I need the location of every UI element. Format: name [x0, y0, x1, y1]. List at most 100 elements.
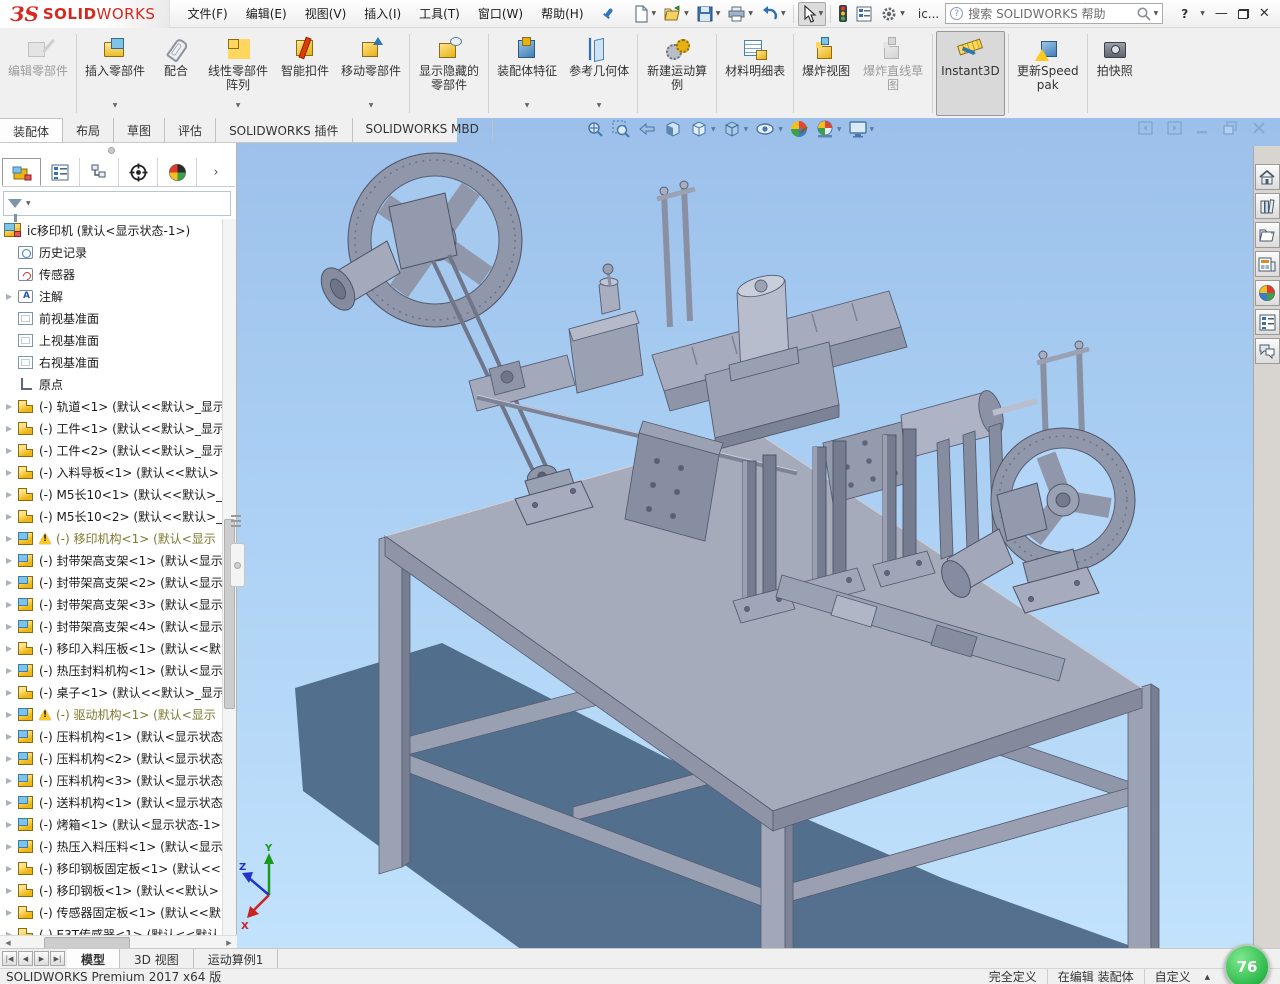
open-document-caret-icon[interactable]: ▼	[684, 10, 689, 17]
tree-item-0[interactable]: 历史记录	[0, 241, 222, 263]
ribbon-button-gears[interactable]: 新建运动算例	[641, 31, 713, 116]
hscroll-left-arrow[interactable]: ◀	[0, 939, 16, 947]
ribbon-button-clip[interactable]: 配合	[152, 31, 200, 116]
ribbon-button-refgeo[interactable]: 参考几何体▼	[564, 31, 634, 116]
appearances-scenes-button[interactable]	[1255, 280, 1280, 306]
tree-item-3[interactable]: 前视基准面	[0, 307, 222, 329]
solidworks-forum-button[interactable]	[1255, 338, 1280, 364]
propertymanager-tab[interactable]	[41, 158, 80, 186]
save-caret-icon[interactable]: ▼	[716, 10, 721, 17]
dropdown-caret-icon[interactable]: ▼	[369, 99, 374, 114]
tree-item-6[interactable]: 原点	[0, 373, 222, 395]
units-caret-icon[interactable]: ▲	[1205, 973, 1210, 981]
dropdown-caret-icon[interactable]: ▼	[597, 99, 602, 114]
ribbon-button-ruler[interactable]: Instant3D	[936, 31, 1005, 116]
collapse-left-pane-button[interactable]	[1138, 121, 1153, 135]
expand-arrow-icon[interactable]: ▶	[6, 688, 18, 697]
tree-item-18[interactable]: ▶(-) 移印入料压板<1> (默认<<默	[0, 637, 222, 659]
menu-view[interactable]: 视图(V)	[296, 0, 356, 27]
ribbon-button-folder[interactable]: 插入零部件▼	[80, 31, 150, 116]
expand-arrow-icon[interactable]: ▶	[6, 666, 18, 675]
ribbon-button-editcomp[interactable]: 编辑零部件	[3, 31, 73, 116]
tree-item-22[interactable]: ▶(-) 压料机构<1> (默认<显示状态	[0, 725, 222, 747]
minimize-button[interactable]: —	[1215, 6, 1228, 21]
ribbon-button-bom[interactable]: 材料明细表	[720, 31, 790, 116]
left-reel-assembly[interactable]	[314, 153, 593, 525]
tree-item-7[interactable]: ▶(-) 轨道<1> (默认<<默认>_显示	[0, 395, 222, 417]
minimize-document-button[interactable]	[1196, 121, 1209, 135]
tree-item-13[interactable]: ▶(-) 移印机构<1> (默认<显示	[0, 527, 222, 549]
ribbon-button-bolt[interactable]: 智能扣件	[276, 31, 334, 116]
print-button[interactable]: ▼	[724, 2, 756, 26]
expand-arrow-icon[interactable]: ▶	[6, 424, 18, 433]
tree-item-14[interactable]: ▶(-) 封带架高支架<1> (默认<显示	[0, 549, 222, 571]
view-settings-button[interactable]: ▼	[848, 119, 875, 139]
view-palette-button[interactable]	[1255, 251, 1280, 277]
ribbon-button-grid[interactable]: 线性零部件阵列▼	[202, 31, 274, 116]
tree-item-24[interactable]: ▶(-) 压料机构<3> (默认<显示状态	[0, 769, 222, 791]
tree-filter-bar[interactable]: ▼	[3, 191, 231, 216]
help-caret-icon[interactable]: ▼	[1200, 10, 1205, 17]
file-explorer-button[interactable]	[1255, 222, 1280, 248]
tree-item-31[interactable]: ▶(-) E3T传感器<1> (默认<<默认	[0, 923, 222, 935]
ribbon-button-explode[interactable]: 爆炸直线草图	[857, 31, 929, 116]
expand-arrow-icon[interactable]: ▶	[6, 534, 18, 543]
notification-badge[interactable]: 76	[1224, 944, 1270, 984]
expand-arrow-icon[interactable]: ▶	[6, 292, 18, 301]
close-button[interactable]: ✕	[1259, 6, 1270, 21]
restore-button[interactable]	[1238, 9, 1249, 19]
menu-edit[interactable]: 编辑(E)	[237, 0, 296, 27]
menu-file[interactable]: 文件(F)	[178, 0, 236, 27]
section-view-button[interactable]	[663, 119, 683, 139]
dimxpertmanager-tab[interactable]	[119, 158, 158, 186]
expand-arrow-icon[interactable]: ▶	[6, 776, 18, 785]
tree-item-29[interactable]: ▶(-) 移印钢板<1> (默认<<默认>	[0, 879, 222, 901]
graphics-area[interactable]: ▼▼▼▼▼	[237, 118, 1280, 950]
ribbon-button-eyecube[interactable]: 显示隐藏的零部件	[413, 31, 485, 116]
search-caret-icon[interactable]: ▼	[1154, 10, 1159, 17]
tree-item-20[interactable]: ▶(-) 桌子<1> (默认<<默认>_显示	[0, 681, 222, 703]
design-library-button[interactable]	[1255, 193, 1280, 219]
bottom-tab-3d-views[interactable]: 3D 视图	[120, 949, 194, 968]
expand-arrow-icon[interactable]: ▶	[6, 512, 18, 521]
document-name[interactable]: ic...	[918, 7, 939, 21]
tab-next-button[interactable]: ▶	[34, 951, 49, 966]
display-style-caret-icon[interactable]: ▼	[744, 126, 749, 133]
tab-草图[interactable]: 草图	[114, 118, 165, 142]
expand-arrow-icon[interactable]: ▶	[6, 732, 18, 741]
ribbon-button-feat[interactable]: 装配体特征▼	[492, 31, 562, 116]
expand-arrow-icon[interactable]: ▶	[6, 798, 18, 807]
expand-arrow-icon[interactable]: ▶	[6, 446, 18, 455]
select-cursor-caret-icon[interactable]: ▼	[819, 10, 824, 17]
menu-tools[interactable]: 工具(T)	[410, 0, 469, 27]
hscroll-right-arrow[interactable]: ▶	[221, 939, 237, 947]
zoom-to-fit-button[interactable]	[585, 119, 605, 139]
expand-arrow-icon[interactable]: ▶	[6, 556, 18, 565]
expand-arrow-icon[interactable]: ▶	[6, 402, 18, 411]
configurationmanager-tab[interactable]	[80, 158, 119, 186]
undo-caret-icon[interactable]: ▼	[781, 10, 786, 17]
expand-arrow-icon[interactable]: ▶	[6, 578, 18, 587]
tab-last-button[interactable]: ▶|	[50, 951, 65, 966]
ribbon-button-move[interactable]: 移动零部件▼	[336, 31, 406, 116]
tree-item-21[interactable]: ▶(-) 驱动机构<1> (默认<显示	[0, 703, 222, 725]
expand-arrow-icon[interactable]: ▶	[6, 754, 18, 763]
menu-insert[interactable]: 插入(I)	[355, 0, 410, 27]
restore-document-button[interactable]	[1223, 121, 1238, 135]
options-list-button[interactable]	[852, 2, 876, 26]
apply-scene-caret-icon[interactable]: ▼	[837, 126, 842, 133]
units-selector[interactable]: 自定义	[1155, 968, 1191, 984]
tree-item-11[interactable]: ▶(-) M5长10<1> (默认<<默认>_	[0, 483, 222, 505]
rebuild-traffic-light-button[interactable]	[835, 1, 851, 26]
expand-arrow-icon[interactable]: ▶	[6, 622, 18, 631]
menu-help[interactable]: 帮助(H)	[532, 0, 592, 27]
hide-show-items-button[interactable]: ▼	[754, 119, 783, 139]
select-cursor-button[interactable]: ▼	[798, 2, 827, 26]
tree-item-15[interactable]: ▶(-) 封带架高支架<2> (默认<显示	[0, 571, 222, 593]
featuremanager-tab[interactable]	[2, 158, 41, 186]
new-document-button[interactable]: ▼	[629, 2, 660, 26]
tree-item-2[interactable]: ▶注解	[0, 285, 222, 307]
search-input[interactable]	[968, 7, 1135, 21]
bottom-tab-motion-study[interactable]: 运动算例1	[194, 949, 279, 968]
tree-item-16[interactable]: ▶(-) 封带架高支架<3> (默认<显示	[0, 593, 222, 615]
